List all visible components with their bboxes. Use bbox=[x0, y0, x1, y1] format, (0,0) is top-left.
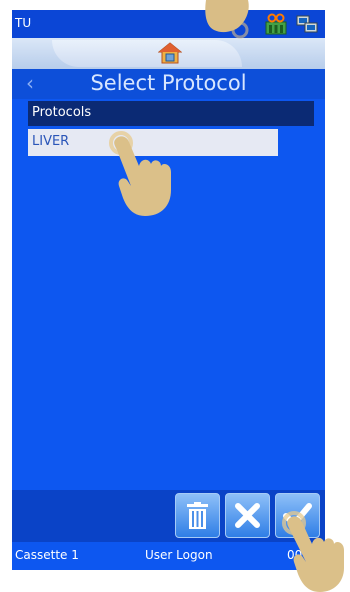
network-icon[interactable] bbox=[295, 13, 319, 35]
pointer-hand-top bbox=[205, 0, 249, 39]
list-header-label: Protocols bbox=[32, 105, 92, 120]
home-bar-decoration bbox=[52, 40, 242, 67]
status-bar: TU bbox=[12, 10, 325, 38]
footer-bar: Cassette 1 User Logon 00 5 bbox=[12, 542, 325, 570]
list-item-label: LIVER bbox=[32, 134, 70, 149]
title-row: ‹ Select Protocol bbox=[12, 69, 325, 99]
delete-button[interactable] bbox=[175, 493, 220, 538]
home-bar bbox=[12, 38, 325, 69]
pill-container-icon[interactable] bbox=[265, 13, 287, 35]
device-screen: TU ‹ Select Protocol Protocols LIVER Cas… bbox=[12, 10, 325, 570]
page-title: Select Protocol bbox=[90, 71, 247, 95]
cassette-label: Cassette 1 bbox=[15, 548, 79, 562]
cancel-button[interactable] bbox=[225, 493, 270, 538]
list-header: Protocols bbox=[28, 101, 314, 126]
close-icon bbox=[235, 503, 260, 528]
pointer-hand-confirm bbox=[282, 511, 344, 592]
mode-label: User Logon bbox=[145, 548, 213, 562]
trash-icon bbox=[187, 502, 208, 529]
user-initials: TU bbox=[15, 16, 32, 30]
pointer-hand-list bbox=[109, 131, 171, 216]
home-icon[interactable] bbox=[158, 41, 182, 65]
button-bar bbox=[12, 490, 325, 542]
